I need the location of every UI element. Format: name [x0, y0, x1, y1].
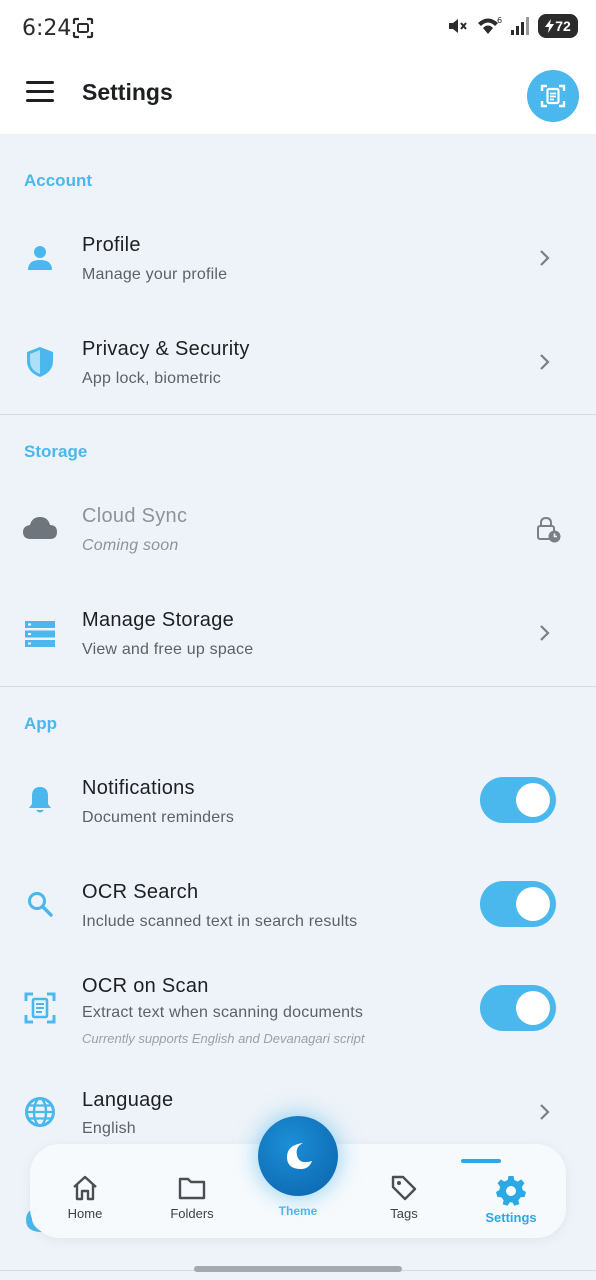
settings-item-profile[interactable]: Profile Manage your profile: [0, 206, 596, 310]
settings-item-title: Privacy & Security: [82, 338, 250, 360]
document-scan-icon: [540, 84, 566, 108]
lock-clock-icon: [537, 516, 561, 543]
document-scan-icon: [22, 990, 58, 1026]
settings-item-subtitle: Include scanned text in search results: [82, 913, 358, 930]
app-bar: Settings: [0, 58, 596, 134]
home-indicator[interactable]: [194, 1266, 402, 1272]
chevron-right-icon: [540, 354, 550, 370]
shield-icon: [22, 344, 58, 380]
settings-item-title: Cloud Sync: [82, 505, 188, 527]
settings-item-ocr-on-scan[interactable]: OCR on Scan Extract text when scanning d…: [0, 956, 596, 1066]
status-right-icons: 6 72: [446, 14, 578, 38]
theme-toggle-button[interactable]: [258, 1116, 338, 1196]
screenshot-icon: [72, 17, 94, 39]
bell-icon: [22, 782, 58, 818]
settings-item-subtitle: View and free up space: [82, 641, 254, 658]
settings-item-manage-storage[interactable]: Manage Storage View and free up space: [0, 580, 596, 684]
settings-item-subtitle: App lock, biometric: [82, 370, 221, 387]
nav-item-home[interactable]: Home: [40, 1174, 130, 1221]
toggle-knob: [516, 991, 550, 1025]
gear-icon: [496, 1176, 526, 1206]
nav-item-settings[interactable]: Settings: [466, 1174, 556, 1225]
tag-icon: [391, 1175, 417, 1201]
settings-item-title: OCR Search: [82, 881, 199, 903]
settings-item-title: Language: [82, 1089, 174, 1111]
storage-icon: [22, 616, 58, 652]
hamburger-menu-icon[interactable]: [26, 81, 54, 105]
nav-label: Home: [67, 1206, 103, 1221]
charging-bolt-icon: [545, 19, 555, 33]
home-icon: [73, 1175, 97, 1201]
status-bar: 6:24 6 72: [0, 0, 596, 58]
network-badge: 6: [497, 16, 502, 25]
settings-item-ocr-search[interactable]: OCR Search Include scanned text in searc…: [0, 852, 596, 956]
wifi-icon: 6: [478, 16, 502, 34]
settings-item-privacy-security[interactable]: Privacy & Security App lock, biometric: [0, 310, 596, 414]
active-tab-indicator: [461, 1159, 501, 1163]
scan-document-button[interactable]: [527, 70, 579, 122]
section-header-account: Account: [24, 171, 92, 190]
signal-icon: [511, 17, 529, 35]
settings-item-title: Notifications: [82, 777, 195, 799]
theme-label: Theme: [278, 1204, 318, 1218]
folder-icon: [178, 1177, 206, 1200]
chevron-right-icon: [540, 250, 550, 266]
nav-label: Tags: [390, 1206, 418, 1221]
section-header-storage: Storage: [24, 442, 88, 461]
globe-icon: [22, 1094, 58, 1130]
settings-item-notifications[interactable]: Notifications Document reminders: [0, 748, 596, 852]
person-icon: [22, 240, 58, 276]
nav-label: Settings: [485, 1210, 537, 1225]
settings-item-subtitle: Document reminders: [82, 809, 235, 826]
section-divider: [0, 686, 596, 687]
toggle-knob: [516, 887, 550, 921]
settings-item-note: Currently supports English and Devanagar…: [82, 1031, 365, 1046]
ocr-search-toggle[interactable]: [480, 881, 556, 927]
nav-item-folders[interactable]: Folders: [147, 1174, 237, 1221]
cloud-icon: [22, 510, 58, 546]
toggle-knob: [516, 783, 550, 817]
settings-item-title: OCR on Scan: [82, 975, 209, 997]
search-icon: [22, 886, 58, 922]
section-header-app: App: [24, 714, 58, 733]
settings-item-subtitle: Extract text when scanning documents: [82, 1004, 364, 1021]
nav-item-tags[interactable]: Tags: [359, 1174, 449, 1221]
status-time: 6:24: [22, 16, 72, 41]
mute-icon: [449, 19, 467, 33]
settings-item-cloud-sync: Cloud Sync Coming soon: [0, 476, 596, 580]
battery-level: 72: [555, 18, 571, 34]
notifications-toggle[interactable]: [480, 777, 556, 823]
chevron-right-icon: [540, 625, 550, 641]
settings-item-subtitle: English: [82, 1120, 136, 1137]
settings-item-subtitle: Coming soon: [82, 537, 179, 554]
settings-item-title: Profile: [82, 234, 141, 256]
moon-icon: [287, 1143, 312, 1169]
settings-item-subtitle: Manage your profile: [82, 266, 228, 283]
page-title: Settings: [82, 79, 173, 105]
section-divider: [0, 414, 596, 415]
settings-item-title: Manage Storage: [82, 609, 235, 631]
chevron-right-icon: [540, 1104, 550, 1120]
battery-indicator: 72: [538, 14, 578, 38]
nav-label: Folders: [170, 1206, 214, 1221]
ocr-on-scan-toggle[interactable]: [480, 985, 556, 1031]
